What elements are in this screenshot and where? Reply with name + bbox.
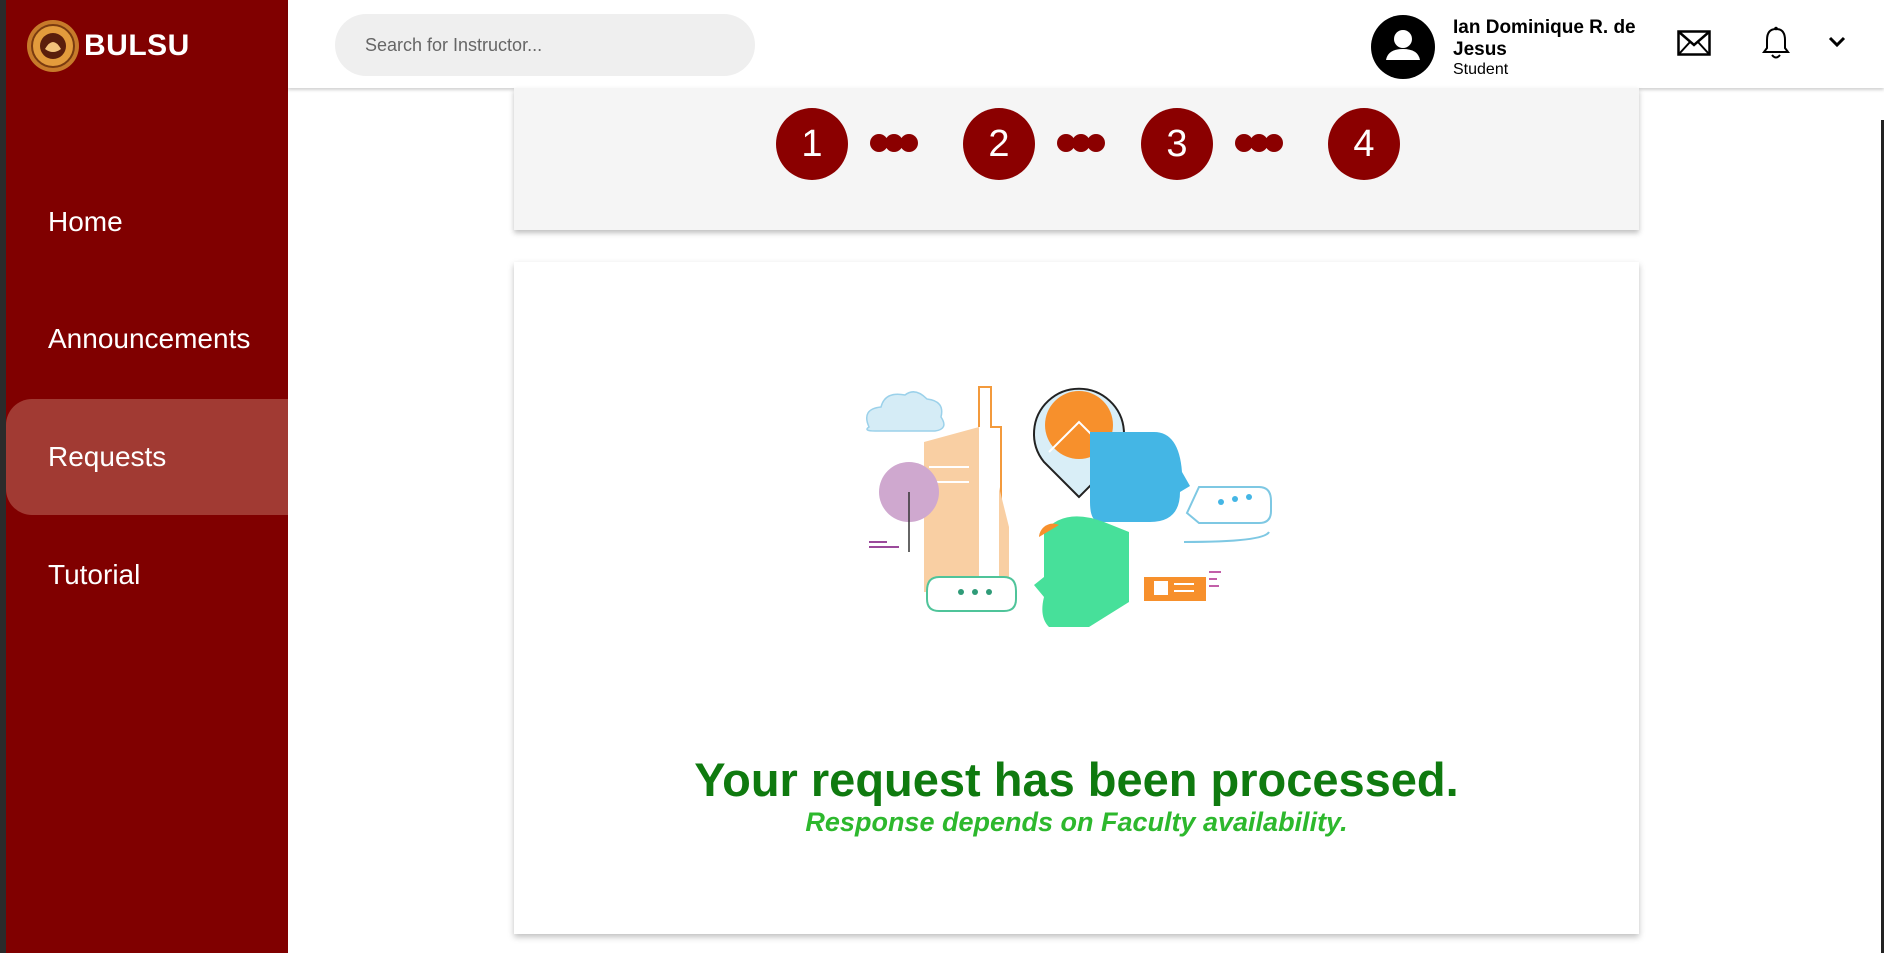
step-connector-dots [1235,134,1283,152]
mail-icon[interactable] [1677,30,1711,56]
sidebar-item-label: Home [48,206,123,237]
sidebar-item-label: Announcements [48,323,251,354]
sidebar-item-tutorial[interactable]: Tutorial [6,517,288,633]
user-name: Ian Dominique R. de Jesus [1453,17,1636,60]
step-3: 3 [1141,108,1213,180]
top-header: Ian Dominique R. de Jesus Student [288,0,1884,88]
brand[interactable]: BULSU [26,18,190,74]
sidebar-item-label: Tutorial [48,559,141,590]
result-subtitle: Response depends on Faculty availability… [805,807,1348,837]
result-title: Your request has been processed. [694,753,1459,806]
bell-icon[interactable] [1761,26,1791,60]
stepper-card: 1 2 3 4 [514,88,1639,230]
step-connector-dots [1057,134,1105,152]
sidebar-item-requests[interactable]: Requests [6,399,288,515]
step-connector-dots [870,134,918,152]
university-seal-logo [27,20,79,72]
step-2: 2 [963,108,1035,180]
chevron-down-icon[interactable] [1828,36,1846,48]
sidebar: BULSU Home Announcements Requests Tutori… [0,0,288,953]
user-icon [1386,30,1420,60]
brand-name: BULSU [84,29,190,62]
sidebar-item-home[interactable]: Home [6,164,288,280]
step-1: 1 [776,108,848,180]
search-input[interactable] [335,14,755,76]
communication-illustration [866,386,1272,627]
user-role: Student [1453,61,1509,78]
sidebar-item-announcements[interactable]: Announcements [6,281,288,397]
result-card: Your request has been processed. Respons… [514,262,1639,934]
avatar[interactable] [1371,15,1435,79]
sidebar-item-label: Requests [48,441,167,472]
step-4: 4 [1328,108,1400,180]
